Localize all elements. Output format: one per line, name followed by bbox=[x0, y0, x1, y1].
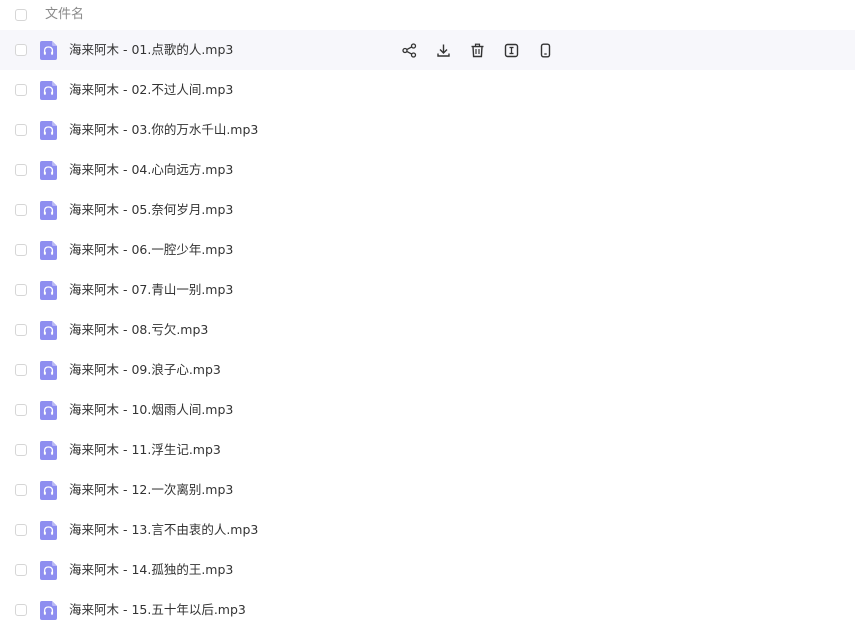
row-checkbox[interactable] bbox=[15, 284, 27, 296]
file-row[interactable]: 海来阿木 - 09.浪子心.mp3 bbox=[0, 350, 855, 390]
file-rows: 海来阿木 - 01.点歌的人.mp3 海来阿木 - 02.不过人间.mp3 海来阿木… bbox=[0, 30, 855, 629]
rename-icon bbox=[504, 43, 519, 58]
file-row[interactable]: 海来阿木 - 03.你的万水千山.mp3 bbox=[0, 110, 855, 150]
audio-file-icon bbox=[40, 281, 57, 300]
file-name[interactable]: 海来阿木 - 14.孤独的王.mp3 bbox=[69, 561, 233, 579]
file-row[interactable]: 海来阿木 - 07.青山一别.mp3 bbox=[0, 270, 855, 310]
file-row[interactable]: 海来阿木 - 01.点歌的人.mp3 bbox=[0, 30, 855, 70]
file-name[interactable]: 海来阿木 - 09.浪子心.mp3 bbox=[69, 361, 221, 379]
row-checkbox[interactable] bbox=[15, 244, 27, 256]
delete-icon bbox=[470, 43, 485, 58]
audio-file-icon bbox=[40, 441, 57, 460]
file-name[interactable]: 海来阿木 - 10.烟雨人间.mp3 bbox=[69, 401, 233, 419]
row-checkbox[interactable] bbox=[15, 324, 27, 336]
row-checkbox[interactable] bbox=[15, 524, 27, 536]
audio-file-icon bbox=[40, 241, 57, 260]
audio-file-icon bbox=[40, 361, 57, 380]
audio-file-icon bbox=[40, 41, 57, 60]
file-name[interactable]: 海来阿木 - 04.心向远方.mp3 bbox=[69, 161, 233, 179]
file-row[interactable]: 海来阿木 - 08.亏欠.mp3 bbox=[0, 310, 855, 350]
select-all-checkbox[interactable] bbox=[15, 9, 27, 21]
audio-file-icon bbox=[40, 521, 57, 540]
delete-button[interactable] bbox=[468, 41, 486, 59]
row-checkbox[interactable] bbox=[15, 444, 27, 456]
row-checkbox[interactable] bbox=[15, 44, 27, 56]
file-name[interactable]: 海来阿木 - 12.一次离别.mp3 bbox=[69, 481, 233, 499]
audio-file-icon bbox=[40, 121, 57, 140]
file-name[interactable]: 海来阿木 - 07.青山一别.mp3 bbox=[69, 281, 233, 299]
download-icon bbox=[436, 43, 451, 58]
row-actions bbox=[400, 41, 570, 59]
audio-file-icon bbox=[40, 601, 57, 620]
file-name[interactable]: 海来阿木 - 01.点歌的人.mp3 bbox=[69, 41, 233, 59]
row-checkbox[interactable] bbox=[15, 204, 27, 216]
audio-file-icon bbox=[40, 481, 57, 500]
list-header: 文件名 bbox=[0, 0, 855, 30]
file-name[interactable]: 海来阿木 - 03.你的万水千山.mp3 bbox=[69, 121, 258, 139]
file-list: 文件名 海来阿木 - 01.点歌的人.mp3 海来阿木 - 02.不过人间.mp3… bbox=[0, 0, 855, 629]
audio-file-icon bbox=[40, 321, 57, 340]
column-header-filename[interactable]: 文件名 bbox=[45, 7, 84, 23]
row-checkbox[interactable] bbox=[15, 164, 27, 176]
row-checkbox[interactable] bbox=[15, 364, 27, 376]
file-row[interactable]: 海来阿木 - 15.五十年以后.mp3 bbox=[0, 590, 855, 629]
audio-file-icon bbox=[40, 561, 57, 580]
send-to-phone-button[interactable] bbox=[536, 41, 554, 59]
share-button[interactable] bbox=[400, 41, 418, 59]
audio-file-icon bbox=[40, 161, 57, 180]
file-row[interactable]: 海来阿木 - 12.一次离别.mp3 bbox=[0, 470, 855, 510]
file-name[interactable]: 海来阿木 - 06.一腔少年.mp3 bbox=[69, 241, 233, 259]
file-row[interactable]: 海来阿木 - 11.浮生记.mp3 bbox=[0, 430, 855, 470]
file-name[interactable]: 海来阿木 - 05.奈何岁月.mp3 bbox=[69, 201, 233, 219]
file-row[interactable]: 海来阿木 - 10.烟雨人间.mp3 bbox=[0, 390, 855, 430]
file-row[interactable]: 海来阿木 - 14.孤独的王.mp3 bbox=[0, 550, 855, 590]
row-checkbox[interactable] bbox=[15, 124, 27, 136]
send-to-phone-icon bbox=[538, 43, 553, 58]
file-row[interactable]: 海来阿木 - 04.心向远方.mp3 bbox=[0, 150, 855, 190]
audio-file-icon bbox=[40, 401, 57, 420]
row-checkbox[interactable] bbox=[15, 84, 27, 96]
file-row[interactable]: 海来阿木 - 05.奈何岁月.mp3 bbox=[0, 190, 855, 230]
file-row[interactable]: 海来阿木 - 06.一腔少年.mp3 bbox=[0, 230, 855, 270]
file-name[interactable]: 海来阿木 - 02.不过人间.mp3 bbox=[69, 81, 233, 99]
audio-file-icon bbox=[40, 81, 57, 100]
file-name[interactable]: 海来阿木 - 08.亏欠.mp3 bbox=[69, 321, 208, 339]
audio-file-icon bbox=[40, 201, 57, 220]
rename-button[interactable] bbox=[502, 41, 520, 59]
file-row[interactable]: 海来阿木 - 13.言不由衷的人.mp3 bbox=[0, 510, 855, 550]
file-row[interactable]: 海来阿木 - 02.不过人间.mp3 bbox=[0, 70, 855, 110]
file-name[interactable]: 海来阿木 - 11.浮生记.mp3 bbox=[69, 441, 221, 459]
row-checkbox[interactable] bbox=[15, 564, 27, 576]
row-checkbox[interactable] bbox=[15, 484, 27, 496]
share-icon bbox=[401, 42, 417, 58]
row-checkbox[interactable] bbox=[15, 604, 27, 616]
download-button[interactable] bbox=[434, 41, 452, 59]
file-name[interactable]: 海来阿木 - 15.五十年以后.mp3 bbox=[69, 601, 246, 619]
file-name[interactable]: 海来阿木 - 13.言不由衷的人.mp3 bbox=[69, 521, 258, 539]
row-checkbox[interactable] bbox=[15, 404, 27, 416]
